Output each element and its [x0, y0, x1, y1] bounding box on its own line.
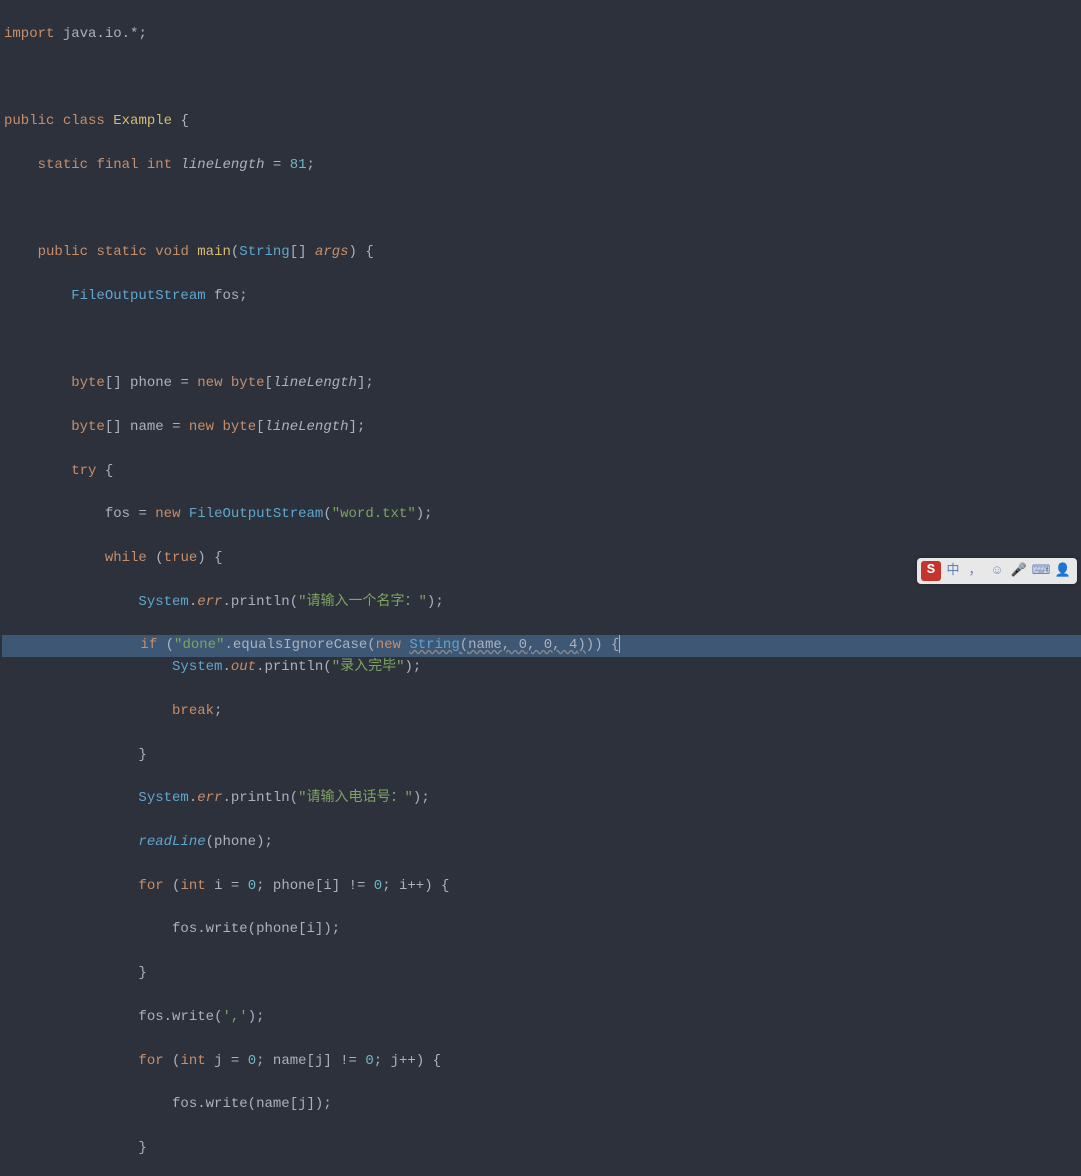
code-editor[interactable]: import java.io.*; public class Example {… — [0, 0, 1081, 1176]
code-line: static final int lineLength = 81; — [2, 155, 1081, 177]
ime-voice-icon[interactable]: 🎤 — [1009, 561, 1029, 581]
code-line: } — [2, 1138, 1081, 1160]
code-line: System.err.println("请输入一个名字："); — [2, 592, 1081, 614]
code-line: for (int i = 0; phone[i] != 0; i++) { — [2, 876, 1081, 898]
ime-logo-icon[interactable]: S — [921, 561, 941, 581]
code-line: byte[] phone = new byte[lineLength]; — [2, 373, 1081, 395]
code-line-highlighted: if ("done".equalsIgnoreCase(new String(n… — [2, 635, 1081, 657]
code-line: } — [2, 745, 1081, 767]
code-line — [2, 67, 1081, 89]
code-line: public static void main(String[] args) { — [2, 242, 1081, 264]
ime-punct-toggle[interactable]: ， — [965, 561, 985, 581]
code-line: public class Example { — [2, 111, 1081, 133]
ime-user-icon[interactable]: 👤 — [1053, 561, 1073, 581]
code-line: for (int j = 0; name[j] != 0; j++) { — [2, 1051, 1081, 1073]
code-line: readLine(phone); — [2, 832, 1081, 854]
ime-toolbar: S 中 ， ☺ 🎤 ⌨ 👤 — [917, 558, 1077, 584]
ime-emoji-icon[interactable]: ☺ — [987, 561, 1007, 581]
code-line: byte[] name = new byte[lineLength]; — [2, 417, 1081, 439]
ime-lang-toggle[interactable]: 中 — [943, 561, 963, 581]
code-line — [2, 330, 1081, 352]
code-line: fos.write(','); — [2, 1007, 1081, 1029]
ime-keyboard-icon[interactable]: ⌨ — [1031, 561, 1051, 581]
code-line: System.err.println("请输入电话号："); — [2, 788, 1081, 810]
code-line: import java.io.*; — [2, 24, 1081, 46]
code-line: try { — [2, 461, 1081, 483]
code-line: break; — [2, 701, 1081, 723]
code-line: } — [2, 963, 1081, 985]
code-line: FileOutputStream fos; — [2, 286, 1081, 308]
text-cursor — [619, 635, 620, 653]
code-line: fos.write(name[j]); — [2, 1094, 1081, 1116]
code-line: fos.write(phone[i]); — [2, 919, 1081, 941]
code-line: System.out.println("录入完毕"); — [2, 657, 1081, 679]
code-line — [2, 198, 1081, 220]
code-line: fos = new FileOutputStream("word.txt"); — [2, 504, 1081, 526]
